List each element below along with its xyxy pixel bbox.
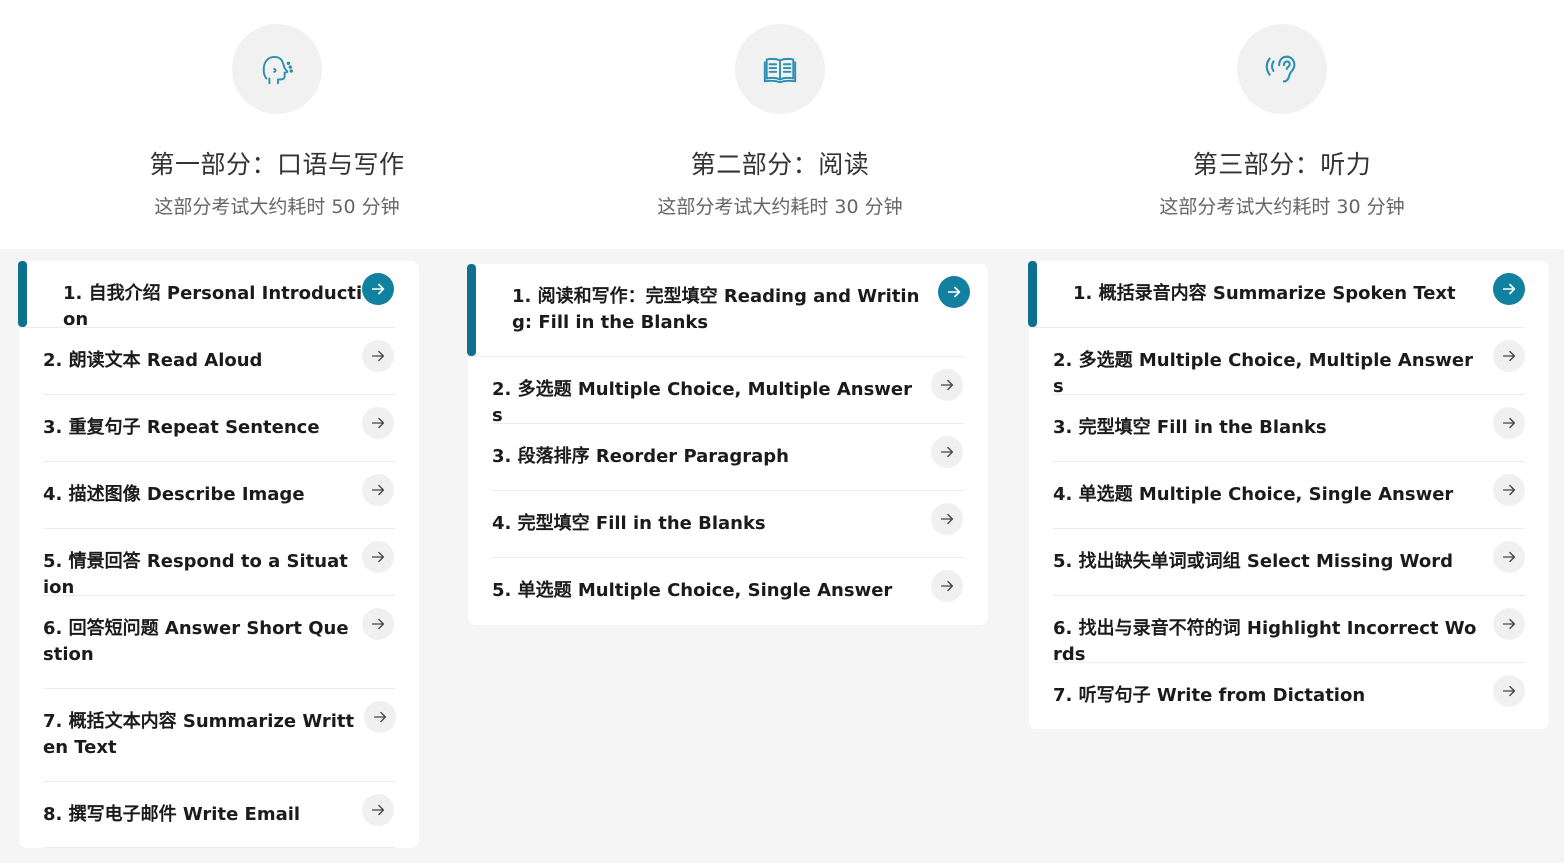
arrow-right-icon[interactable] (362, 273, 394, 305)
task-item[interactable]: 2. 多选题 Multiple Choice, Multiple Answers (1053, 328, 1525, 397)
task-item[interactable]: 2. 朗读文本 Read Aloud (43, 328, 395, 395)
section-title: 第三部分：听力 (1192, 150, 1372, 179)
arrow-right-icon[interactable] (362, 474, 394, 506)
arrow-right-icon[interactable] (931, 369, 963, 401)
task-item[interactable]: 4. 单选题 Multiple Choice, Single Answer (1053, 462, 1525, 529)
task-label: 7. 听写句子 Write from Dictation (1053, 685, 1366, 706)
arrow-right-icon[interactable] (1493, 407, 1525, 439)
task-label: 4. 描述图像 Describe Image (43, 484, 305, 505)
task-label: 4. 完型填空 Fill in the Blanks (492, 513, 766, 534)
arrow-right-icon[interactable] (362, 541, 394, 573)
section-duration: 这部分考试大约耗时 30 分钟 (657, 196, 903, 218)
task-label: 2. 朗读文本 Read Aloud (43, 350, 263, 371)
arrow-right-icon[interactable] (938, 276, 970, 308)
section-duration: 这部分考试大约耗时 30 分钟 (1159, 196, 1405, 218)
task-label: 6. 找出与录音不符的词 Highlight Incorrect Words (1053, 618, 1477, 665)
arrow-right-icon[interactable] (931, 503, 963, 535)
task-item[interactable]: 8. 撰写电子邮件 Write Email (43, 782, 395, 848)
listening-task-list: 1. 概括录音内容 Summarize Spoken Text 2. 多选题 M… (1028, 261, 1549, 729)
task-label: 2. 多选题 Multiple Choice, Multiple Answers (1053, 350, 1474, 397)
arrow-right-icon[interactable] (362, 608, 394, 640)
task-item[interactable]: 4. 描述图像 Describe Image (43, 462, 395, 529)
speaking-head-icon (232, 24, 322, 114)
task-label: 1. 概括录音内容 Summarize Spoken Text (1073, 283, 1456, 304)
task-label: 4. 单选题 Multiple Choice, Single Answer (1053, 484, 1454, 505)
arrow-right-icon[interactable] (931, 570, 963, 602)
section-title: 第二部分：阅读 (690, 150, 870, 179)
arrow-right-icon[interactable] (1493, 541, 1525, 573)
section-duration: 这部分考试大约耗时 50 分钟 (154, 196, 400, 218)
task-item[interactable]: 7. 听写句子 Write from Dictation (1053, 663, 1525, 729)
task-item[interactable]: 1. 自我介绍 Personal Introduction (18, 261, 395, 330)
section-header-speaking: 第一部分：口语与写作 这部分考试大约耗时 50 分钟 (90, 0, 464, 249)
arrow-right-icon[interactable] (1493, 340, 1525, 372)
task-item[interactable]: 1. 概括录音内容 Summarize Spoken Text (1028, 261, 1525, 328)
arrow-right-icon[interactable] (1493, 273, 1525, 305)
open-book-icon (735, 24, 825, 114)
task-label: 3. 段落排序 Reorder Paragraph (492, 446, 789, 467)
speaking-task-list: 1. 自我介绍 Personal Introduction 2. 朗读文本 Re… (18, 261, 419, 848)
task-item[interactable]: 7. 概括文本内容 Summarize Written Text (43, 689, 396, 782)
task-label: 1. 自我介绍 Personal Introduction (63, 283, 363, 330)
section-title: 第一部分：口语与写作 (149, 150, 405, 179)
task-item[interactable]: 3. 重复句子 Repeat Sentence (43, 395, 395, 462)
task-label: 5. 单选题 Multiple Choice, Single Answer (492, 580, 893, 601)
arrow-right-icon[interactable] (931, 436, 963, 468)
task-label: 1. 阅读和写作：完型填空 Reading and Writing: Fill … (512, 286, 920, 333)
task-item[interactable]: 2. 多选题 Multiple Choice, Multiple Answers (492, 357, 964, 426)
reading-task-list: 1. 阅读和写作：完型填空 Reading and Writing: Fill … (467, 264, 988, 625)
ear-listening-icon (1237, 24, 1327, 114)
task-item[interactable]: 3. 段落排序 Reorder Paragraph (492, 424, 964, 491)
arrow-right-icon[interactable] (1493, 608, 1525, 640)
arrow-right-icon[interactable] (362, 794, 394, 826)
task-label: 7. 概括文本内容 Summarize Written Text (43, 711, 355, 758)
task-item[interactable]: 3. 完型填空 Fill in the Blanks (1053, 395, 1525, 462)
task-item[interactable]: 5. 情景回答 Respond to a Situation (43, 529, 395, 598)
task-item[interactable]: 1. 阅读和写作：完型填空 Reading and Writing: Fill … (467, 264, 970, 357)
arrow-right-icon[interactable] (364, 701, 396, 733)
task-label: 8. 撰写电子邮件 Write Email (43, 804, 301, 825)
task-item[interactable]: 6. 回答短问题 Answer Short Question (43, 596, 395, 689)
task-label: 3. 重复句子 Repeat Sentence (43, 417, 320, 438)
section-header-listening: 第三部分：听力 这部分考试大约耗时 30 分钟 (1095, 0, 1469, 249)
section-header-reading: 第二部分：阅读 这部分考试大约耗时 30 分钟 (593, 0, 967, 249)
task-item[interactable]: 4. 完型填空 Fill in the Blanks (492, 491, 964, 558)
arrow-right-icon[interactable] (1493, 474, 1525, 506)
task-label: 5. 情景回答 Respond to a Situation (43, 551, 348, 598)
task-label: 2. 多选题 Multiple Choice, Multiple Answers (492, 379, 913, 426)
task-label: 5. 找出缺失单词或词组 Select Missing Word (1053, 551, 1453, 572)
arrow-right-icon[interactable] (362, 407, 394, 439)
task-item[interactable]: 5. 找出缺失单词或词组 Select Missing Word (1053, 529, 1525, 596)
task-label: 3. 完型填空 Fill in the Blanks (1053, 417, 1327, 438)
task-item[interactable]: 6. 找出与录音不符的词 Highlight Incorrect Words (1053, 596, 1525, 665)
task-label: 6. 回答短问题 Answer Short Question (43, 618, 349, 665)
task-item[interactable]: 5. 单选题 Multiple Choice, Single Answer (492, 558, 964, 625)
arrow-right-icon[interactable] (362, 340, 394, 372)
arrow-right-icon[interactable] (1493, 675, 1525, 707)
